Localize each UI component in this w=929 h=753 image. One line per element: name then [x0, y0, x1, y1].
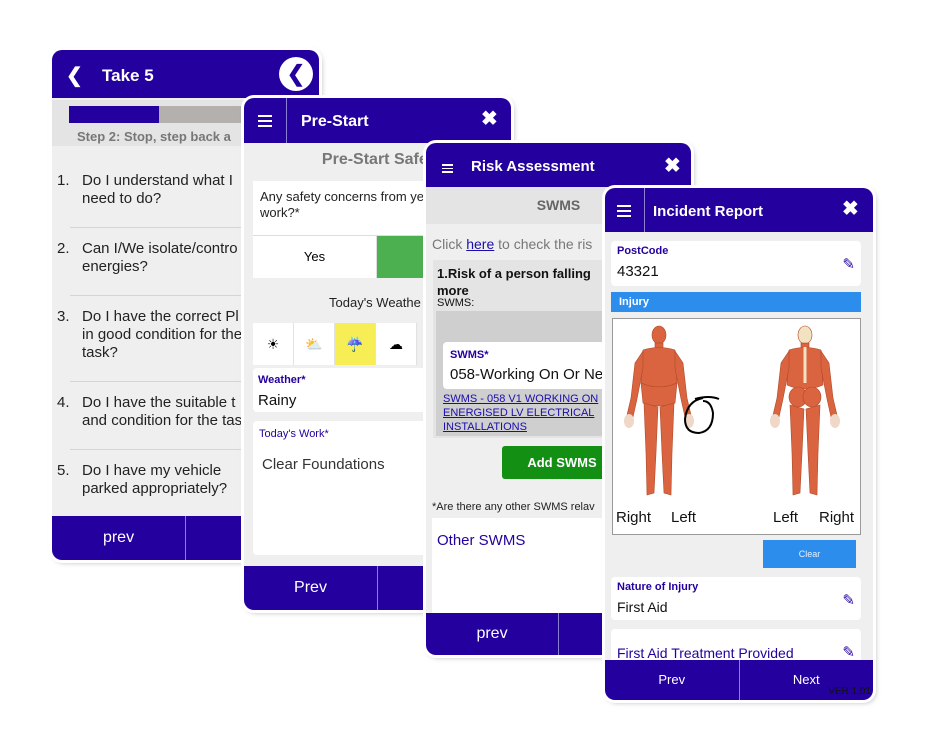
cloud-heavy-rain-icon[interactable]: ☁	[376, 323, 417, 365]
click-suffix: to check the ris	[494, 236, 593, 252]
take5-title: Take 5	[102, 66, 154, 85]
chevron-left-icon[interactable]: ❮	[66, 63, 83, 88]
swms-label: SWMS:	[437, 297, 475, 309]
first-aid-treatment-label: First Aid Treatment Provided	[617, 645, 794, 661]
incident-footer: Prev Next VER 1.01	[605, 660, 873, 700]
close-icon[interactable]: ✖	[481, 109, 498, 129]
postcode-field[interactable]: PostCode 43321 ✎	[611, 241, 861, 286]
body-diagram[interactable]: Right Left Left Right	[612, 318, 861, 535]
prev-button[interactable]: prev	[52, 516, 186, 560]
sun-icon[interactable]: ☀	[253, 323, 294, 365]
other-swms-question: *Are there any other SWMS relav	[432, 501, 595, 513]
add-swms-button[interactable]: Add SWMS	[502, 446, 622, 479]
pencil-icon[interactable]: ✎	[842, 255, 855, 273]
weather-selector: ☀ ⛅ ☔ ☁	[253, 323, 417, 365]
swms-field-label: SWMS*	[450, 349, 489, 361]
weather-field-value: Rainy	[258, 392, 297, 409]
circle-chevron-left-icon[interactable]: ❮	[279, 57, 313, 91]
prestart-title: Pre-Start	[301, 113, 369, 130]
header-divider	[644, 188, 645, 232]
cloud-rain-icon[interactable]: ☔	[335, 323, 376, 365]
injury-section-title: Injury	[611, 292, 861, 312]
injury-marker-circle	[683, 396, 720, 435]
header-divider	[286, 98, 287, 143]
weather-label: Today's Weathe	[329, 295, 421, 310]
close-icon[interactable]: ✖	[664, 156, 681, 176]
pencil-icon[interactable]: ✎	[842, 643, 855, 661]
incident-report-screen: Incident Report ✖ PostCode 43321 ✎ Injur…	[605, 188, 873, 700]
back-left-label: Left	[773, 509, 799, 526]
front-left-label: Left	[671, 509, 697, 526]
check-risk-text: Click here to check the ris	[432, 236, 592, 252]
menu-icon[interactable]	[442, 164, 453, 175]
todays-work-label: Today's Work*	[259, 428, 329, 440]
todays-work-value: Clear Foundations	[262, 456, 385, 473]
prev-button[interactable]: Prev	[605, 660, 740, 700]
back-right-label: Right	[819, 509, 855, 526]
prestart-header: Pre-Start ✖	[244, 98, 511, 143]
incident-title: Incident Report	[653, 203, 764, 220]
next-label: Next	[792, 672, 820, 687]
swms-field-value: 058-Working On Or Ne	[450, 366, 604, 383]
weather-field-label: Weather*	[258, 374, 306, 386]
step-progress-bar	[69, 106, 249, 123]
risk-header: Risk Assessment ✖	[426, 143, 691, 187]
prev-button[interactable]: prev	[426, 613, 559, 655]
risk-title: Risk Assessment	[471, 158, 595, 175]
version-label: VER 1.01	[828, 686, 871, 697]
menu-icon[interactable]	[258, 115, 272, 130]
nature-of-injury-value: First Aid	[617, 599, 668, 615]
nature-of-injury-label: Nature of Injury	[617, 581, 699, 593]
postcode-label: PostCode	[617, 245, 669, 257]
close-icon[interactable]: ✖	[842, 199, 859, 219]
next-button[interactable]: Next VER 1.01	[740, 660, 874, 700]
here-link[interactable]: here	[466, 236, 494, 252]
postcode-value: 43321	[617, 263, 659, 280]
body-back-figure[interactable]	[765, 323, 845, 501]
nature-of-injury-field[interactable]: Nature of Injury First Aid ✎	[611, 577, 861, 620]
yes-option[interactable]: Yes	[253, 236, 377, 278]
other-swms-placeholder: Other SWMS	[437, 532, 526, 549]
partly-cloudy-icon[interactable]: ⛅	[294, 323, 335, 365]
click-prefix: Click	[432, 236, 467, 252]
step-text: Step 2: Stop, step back a	[77, 129, 231, 144]
front-right-label: Right	[616, 509, 652, 526]
progress-fill	[69, 106, 159, 123]
incident-header: Incident Report ✖	[605, 188, 873, 232]
clear-button[interactable]: Clear	[763, 540, 856, 568]
take5-header: ❮ Take 5 ❮	[52, 50, 319, 98]
menu-icon[interactable]	[617, 205, 631, 220]
prev-button[interactable]: Prev	[244, 566, 378, 610]
pencil-icon[interactable]: ✎	[842, 591, 855, 609]
